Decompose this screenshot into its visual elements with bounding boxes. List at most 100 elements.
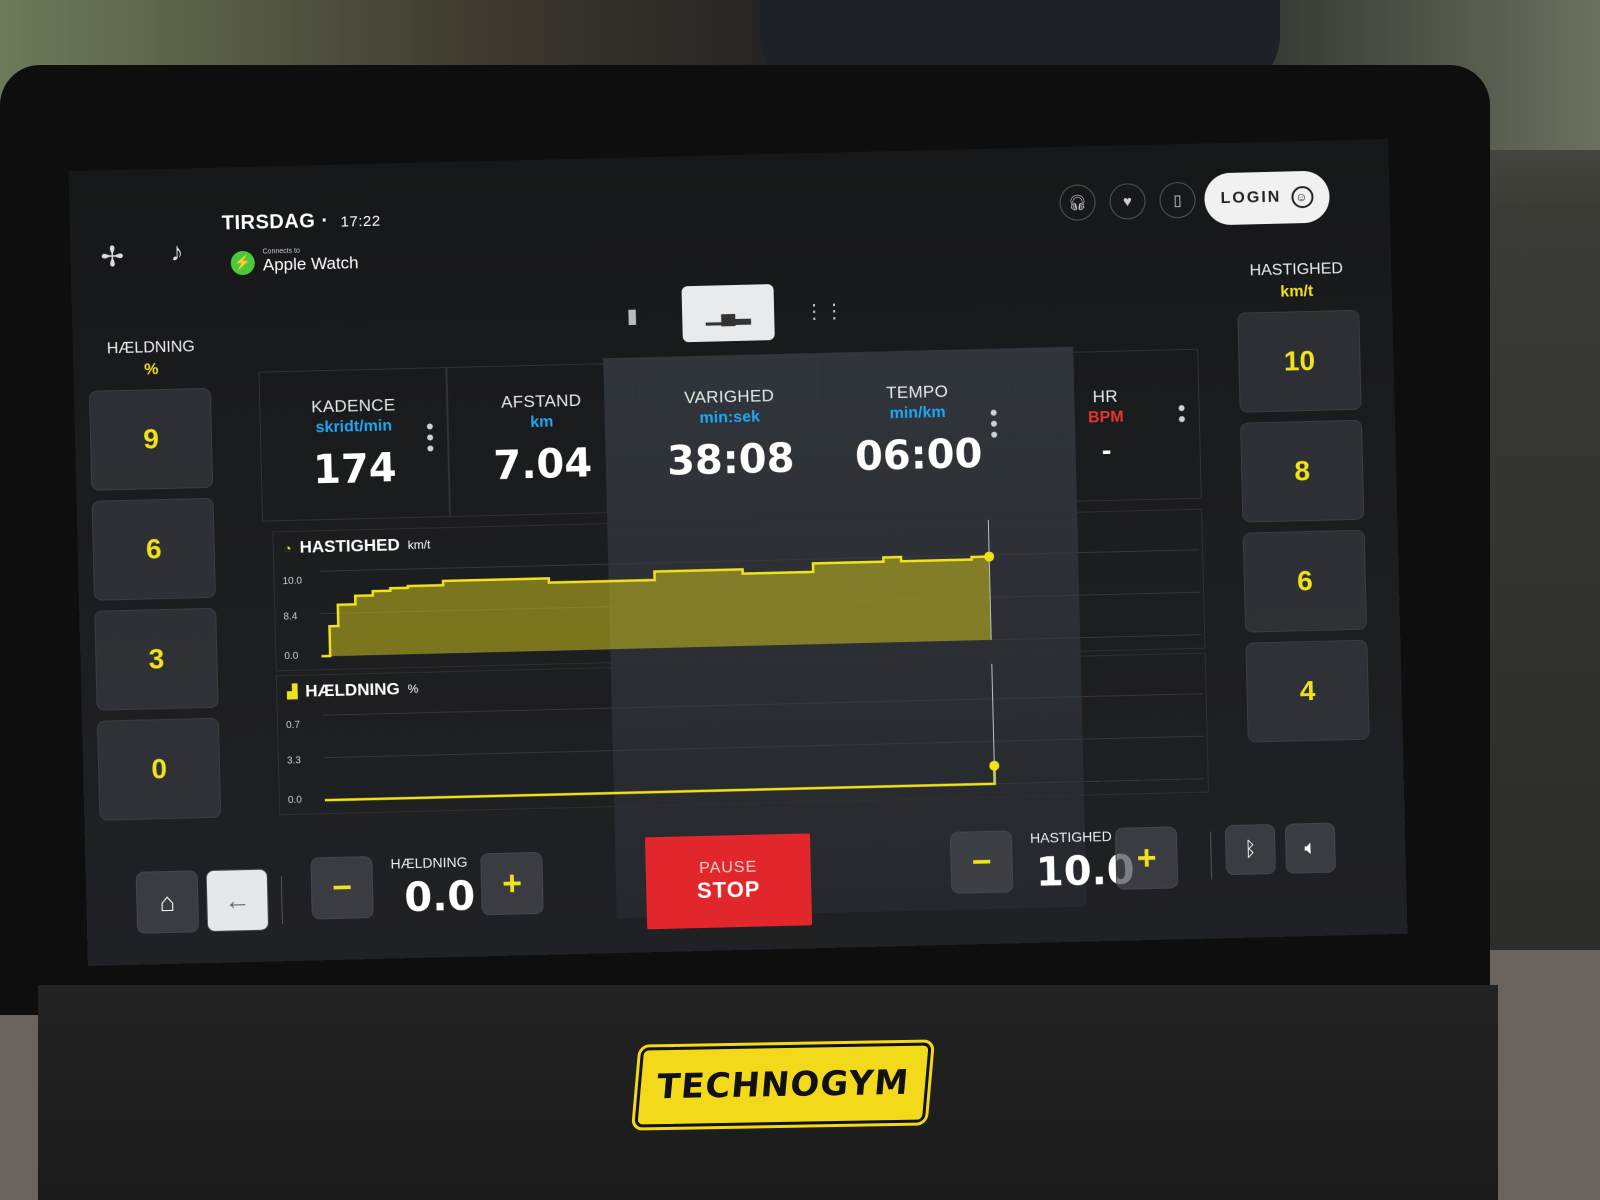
separator: · — [321, 209, 329, 233]
speed-chart-title: ◔ HASTIGHED km/t — [284, 535, 431, 559]
speed-minus-button[interactable]: − — [949, 830, 1014, 894]
speed-control-label: HASTIGHED — [1029, 827, 1112, 846]
incline-control-value: 0.0 — [403, 873, 476, 922]
stop-label: STOP — [696, 876, 761, 904]
treadmill-screen: ✢ ♪ TIRSDAG · 17:22 ⚡ Connects to Apple … — [68, 138, 1408, 967]
gridline — [322, 693, 1203, 716]
metric-unit: min/km — [889, 403, 946, 423]
headphones-icon[interactable]: 🎧︎ — [1059, 184, 1096, 222]
connect-device: Apple Watch — [262, 253, 359, 275]
incline-panel-label: HÆLDNING — [106, 338, 196, 358]
metric-label: KADENCE — [310, 395, 396, 417]
metric-unit: min:sek — [699, 408, 761, 427]
metric-label: AFSTAND — [500, 390, 582, 412]
metrics-row: KADENCE skridt/min 174 AFSTAND km 7.04 V… — [258, 348, 1202, 522]
phone-icon[interactable]: ▯ — [1159, 181, 1196, 219]
metric-value: - — [1101, 436, 1112, 466]
home-icon[interactable]: ⌂ — [135, 870, 200, 934]
speed-panel-title: HASTIGHED km/t — [1236, 260, 1357, 303]
speed-preset-6[interactable]: 6 — [1242, 529, 1368, 633]
incline-chart-label: HÆLDNING — [305, 679, 400, 701]
tab-chart-view-icon[interactable]: ▁▄▂ — [681, 284, 775, 343]
user-icon: ☺ — [1291, 185, 1314, 209]
tick-label: 0.0 — [288, 795, 303, 806]
metric-value: 38:08 — [666, 435, 795, 485]
back-arrow-icon[interactable]: ← — [205, 868, 270, 933]
speed-chart: 10.0 8.4 0.0 ◔ HASTIGHED km/t — [272, 508, 1206, 672]
incline-preset-9[interactable]: 9 — [88, 387, 214, 491]
metric-distance[interactable]: AFSTAND km 7.04 — [446, 362, 638, 518]
speed-presets: 10 8 6 4 — [1237, 309, 1370, 743]
music-icon[interactable]: ♪ — [170, 236, 184, 267]
speed-preset-8[interactable]: 8 — [1239, 419, 1365, 523]
apple-watch-icon: ⚡ — [230, 250, 256, 275]
series-area — [321, 556, 992, 657]
metric-value: 174 — [312, 445, 398, 494]
fan-icon[interactable]: ✢ — [100, 240, 124, 274]
metric-unit: km — [529, 413, 554, 432]
view-tabs: ▮ ▁▄▂ ⋮⋮ — [612, 282, 845, 344]
metric-label: HR — [1092, 386, 1119, 407]
metric-unit: skridt/min — [315, 417, 393, 437]
speed-preset-10[interactable]: 10 — [1237, 309, 1362, 413]
speed-preset-4[interactable]: 4 — [1245, 639, 1370, 743]
incline-preset-3[interactable]: 3 — [94, 607, 219, 711]
divider — [280, 876, 283, 925]
speed-chart-label: HASTIGHED — [299, 535, 400, 557]
bluetooth-icon[interactable]: ᛒ — [1224, 823, 1277, 876]
volume-icon[interactable]: 🔈︎ — [1284, 822, 1336, 874]
day-label: TIRSDAG — [221, 210, 316, 235]
metric-heart-rate[interactable]: HR BPM - — [1010, 348, 1202, 504]
speed-chart-icon: ◔ — [283, 540, 292, 556]
tick-label: 10.0 — [282, 576, 302, 587]
incline-chart-title: ▟ HÆLDNING % — [287, 679, 419, 702]
incline-panel-unit: % — [144, 361, 159, 379]
metric-value: 06:00 — [854, 431, 983, 481]
speed-chart-unit: km/t — [407, 537, 431, 553]
apple-watch-connect[interactable]: ⚡ Connects to Apple Watch — [230, 246, 359, 276]
metric-cadence[interactable]: KADENCE skridt/min 174 — [258, 367, 451, 522]
gridline — [319, 549, 1200, 572]
technogym-logo: TECHNOGYM — [634, 1042, 932, 1128]
incline-preset-6[interactable]: 6 — [91, 497, 216, 601]
metric-pace[interactable]: TEMPO min/km 06:00 — [822, 353, 1014, 508]
incline-minus-button[interactable]: − — [310, 856, 374, 920]
login-button[interactable]: LOGIN ☺ — [1203, 170, 1331, 226]
metric-unit: BPM — [1087, 408, 1124, 427]
metric-label: VARIGHED — [684, 386, 775, 408]
incline-chart-icon: ▟ — [287, 683, 298, 700]
metric-label: TEMPO — [885, 381, 949, 403]
gridline — [323, 735, 1204, 759]
tab-grid-view-icon[interactable]: ⋮⋮ — [804, 290, 845, 331]
incline-panel-title: HÆLDNING % — [91, 338, 212, 381]
pause-label: PAUSE — [698, 858, 758, 878]
tick-label: 3.3 — [287, 755, 302, 766]
pause-stop-button[interactable]: PAUSE STOP — [644, 833, 813, 930]
incline-chart: 0.7 3.3 0.0 ▟ HÆLDNING % — [275, 652, 1210, 816]
login-label: LOGIN — [1220, 188, 1282, 208]
footer-controls: ⌂ ← − HÆLDNING 0.0 + PAUSE STOP − HASTIG… — [85, 819, 1407, 951]
series-line — [324, 765, 997, 802]
date-time: TIRSDAG · 17:22 — [222, 209, 381, 236]
speed-panel-label: HASTIGHED — [1249, 260, 1344, 280]
tab-single-view-icon[interactable]: ▮ — [612, 295, 653, 336]
incline-presets: 9 6 3 0 — [88, 387, 222, 821]
charts-area: 10.0 8.4 0.0 ◔ HASTIGHED km/t 0.7 3.3 0.0 ▟ … — [272, 508, 1210, 820]
more-options-icon[interactable] — [1178, 405, 1185, 423]
tick-label: 0.0 — [284, 651, 299, 662]
metric-value: 7.04 — [492, 440, 593, 489]
heart-icon[interactable]: ♥ — [1109, 182, 1146, 220]
speed-panel-unit: km/t — [1280, 282, 1314, 301]
divider — [1209, 831, 1213, 880]
speed-plus-button[interactable]: + — [1114, 826, 1179, 890]
metric-duration[interactable]: VARIGHED min:sek 38:08 — [634, 357, 826, 513]
incline-plus-button[interactable]: + — [480, 851, 544, 916]
apple-watch-text: Connects to Apple Watch — [262, 246, 358, 275]
incline-preset-0[interactable]: 0 — [96, 717, 222, 821]
more-options-icon[interactable] — [990, 409, 998, 438]
incline-control-label: HÆLDNING — [390, 853, 468, 872]
time-label: 17:22 — [340, 212, 381, 231]
tick-label: 8.4 — [283, 611, 298, 622]
incline-chart-unit: % — [407, 681, 419, 697]
more-options-icon[interactable] — [426, 423, 434, 452]
